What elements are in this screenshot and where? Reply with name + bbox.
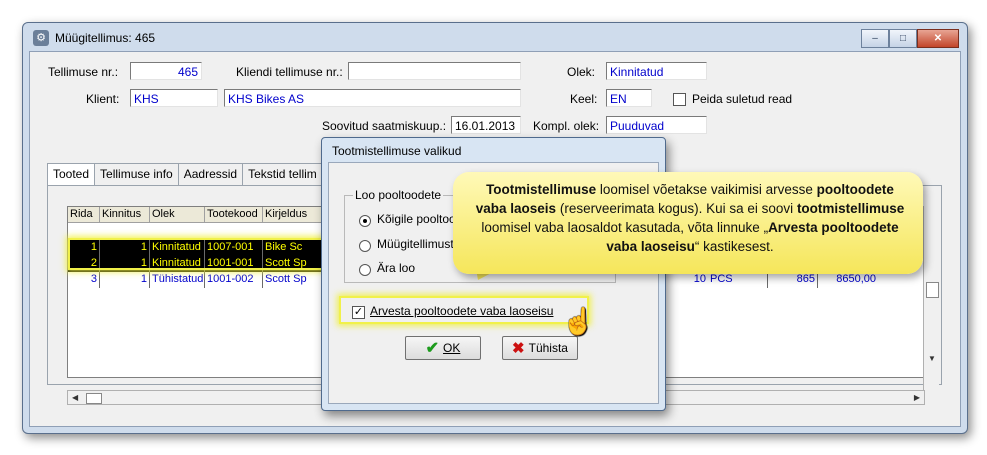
minimize-button[interactable]: – <box>861 29 889 48</box>
column-header-description[interactable]: Kirjeldus <box>263 207 323 223</box>
cell-product-code: 1001-002 <box>205 272 263 288</box>
help-callout: Tootmistellimuse loomisel võetakse vaiki… <box>453 172 923 274</box>
cell-quantity: 10 <box>693 273 706 285</box>
window-titlebar[interactable]: ⚙ Müügitellimus: 465 – □ ✕ <box>23 23 967 51</box>
language-label: Keel: <box>570 92 598 106</box>
vertical-scrollbar[interactable]: ▼ <box>923 206 939 390</box>
check-icon: ✔ <box>425 340 440 357</box>
order-number-field[interactable]: 465 <box>130 62 202 80</box>
ok-button[interactable]: ✔ OK <box>405 336 481 360</box>
checkbox-highlight <box>339 296 589 324</box>
callout-text-part: loomisel vaba laosaldot kasutada, võta l… <box>481 220 769 235</box>
cancel-label: Tühista <box>528 341 568 355</box>
ok-label: OK <box>443 341 461 355</box>
status-label: Olek: <box>567 65 596 79</box>
customer-order-label: Kliendi tellimuse nr.: <box>236 65 343 79</box>
column-header-confirmation[interactable]: Kinnitus <box>100 207 150 223</box>
column-header-product-code[interactable]: Tootekood <box>205 207 263 223</box>
callout-text: Tootmistellimuse loomisel võetakse vaiki… <box>471 180 909 256</box>
x-icon: ✖ <box>512 340 525 357</box>
customer-order-field[interactable] <box>348 62 521 80</box>
radio-all-semi-products[interactable] <box>359 215 371 227</box>
table-row-right-part[interactable]: 10 PCS 865 8650,00 <box>680 272 878 288</box>
status-field[interactable]: Kinnitatud <box>606 62 707 80</box>
radio-label: Kõigile pooltoo <box>377 212 456 226</box>
cell-confirmation: 1 <box>100 272 150 288</box>
tab-addresses[interactable]: Aadressid <box>177 163 244 186</box>
cell-status: Tühistatud <box>150 272 205 288</box>
callout-bold: Tootmistellimuse <box>486 182 597 197</box>
grid-header: Rida Kinnitus Olek Tootekood Kirjeldus <box>68 207 323 223</box>
language-field[interactable]: EN <box>606 89 652 107</box>
callout-text-part: “ kastikesest. <box>694 239 774 254</box>
radio-sales-order[interactable] <box>359 240 371 252</box>
maximize-button[interactable]: □ <box>889 29 917 48</box>
cell-description: Scott Sp <box>263 272 323 288</box>
hide-closed-rows-checkbox[interactable] <box>673 93 686 106</box>
radio-label: Müügitellimust <box>377 237 454 251</box>
cancel-button[interactable]: ✖ Tühista <box>502 336 578 360</box>
groupbox-label: Loo pooltoodete <box>353 188 444 202</box>
cell-row: 3 <box>68 272 100 288</box>
customer-label: Klient: <box>86 92 120 106</box>
close-button[interactable]: ✕ <box>917 29 959 48</box>
requested-ship-date-label: Soovitud saatmiskuup.: <box>322 119 447 133</box>
tab-products[interactable]: Tooted <box>47 163 96 186</box>
scroll-down-icon[interactable]: ▼ <box>928 354 936 363</box>
dialog-title: Tootmistellimuse valikud <box>332 144 462 158</box>
cell-price: 865 <box>768 272 818 288</box>
requested-ship-date-field[interactable]: 16.01.2013 <box>451 116 521 134</box>
tab-strip: Tooted Tellimuse info Aadressid Tekstid … <box>47 163 323 186</box>
scroll-left-icon[interactable]: ◀ <box>72 393 78 402</box>
callout-text-part: loomisel võetakse vaikimisi arvesse <box>596 182 817 197</box>
hand-cursor-icon: ☝ <box>562 306 595 336</box>
callout-bold: tootmistellimuse <box>796 201 905 216</box>
hide-closed-rows-label: Peida suletud read <box>692 92 793 106</box>
customer-code-field[interactable]: KHS <box>130 89 218 107</box>
column-header-status[interactable]: Olek <box>150 207 205 223</box>
app-icon: ⚙ <box>33 30 49 46</box>
completion-status-label: Kompl. olek: <box>533 119 600 133</box>
radio-do-not-create[interactable] <box>359 264 371 276</box>
column-header-row[interactable]: Rida <box>68 207 100 223</box>
rows-highlight <box>68 238 327 270</box>
completion-status-field[interactable]: Puuduvad <box>606 116 707 134</box>
order-number-label: Tellimuse nr.: <box>48 65 119 79</box>
customer-name-field[interactable]: KHS Bikes AS <box>224 89 521 107</box>
scroll-right-icon[interactable]: ▶ <box>914 393 920 402</box>
radio-label: Ära loo <box>377 261 416 275</box>
window-title: Müügitellimus: 465 <box>55 31 156 45</box>
tab-order-info[interactable]: Tellimuse info <box>94 163 179 186</box>
tab-texts[interactable]: Tekstid tellim <box>242 163 323 186</box>
table-row[interactable]: 3 1 Tühistatud 1001-002 Scott Sp <box>68 272 323 288</box>
cell-unit: PCS <box>708 272 768 288</box>
callout-text-part: (reserveerimata kogus). Kui sa ei soovi <box>556 201 797 216</box>
cell-sum: 8650,00 <box>836 273 876 285</box>
horizontal-scroll-thumb[interactable] <box>86 393 102 404</box>
vertical-scroll-thumb[interactable] <box>926 282 939 298</box>
